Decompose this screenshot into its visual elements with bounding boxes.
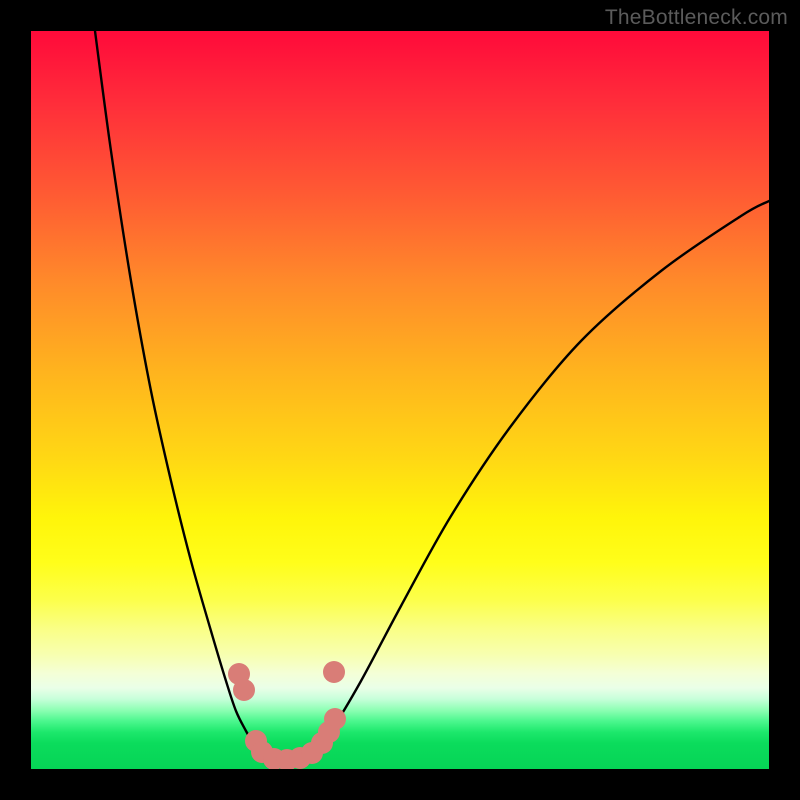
marker-dot — [323, 661, 345, 683]
curve-left-branch — [95, 31, 265, 755]
curve-right-branch — [311, 201, 769, 756]
marker-dot — [324, 708, 346, 730]
plot-area — [31, 31, 769, 769]
marker-dot — [233, 679, 255, 701]
curve-overlay — [31, 31, 769, 769]
v-curve — [95, 31, 769, 760]
salmon-markers — [228, 661, 346, 769]
watermark-text: TheBottleneck.com — [605, 6, 788, 30]
outer-frame: TheBottleneck.com — [0, 0, 800, 800]
